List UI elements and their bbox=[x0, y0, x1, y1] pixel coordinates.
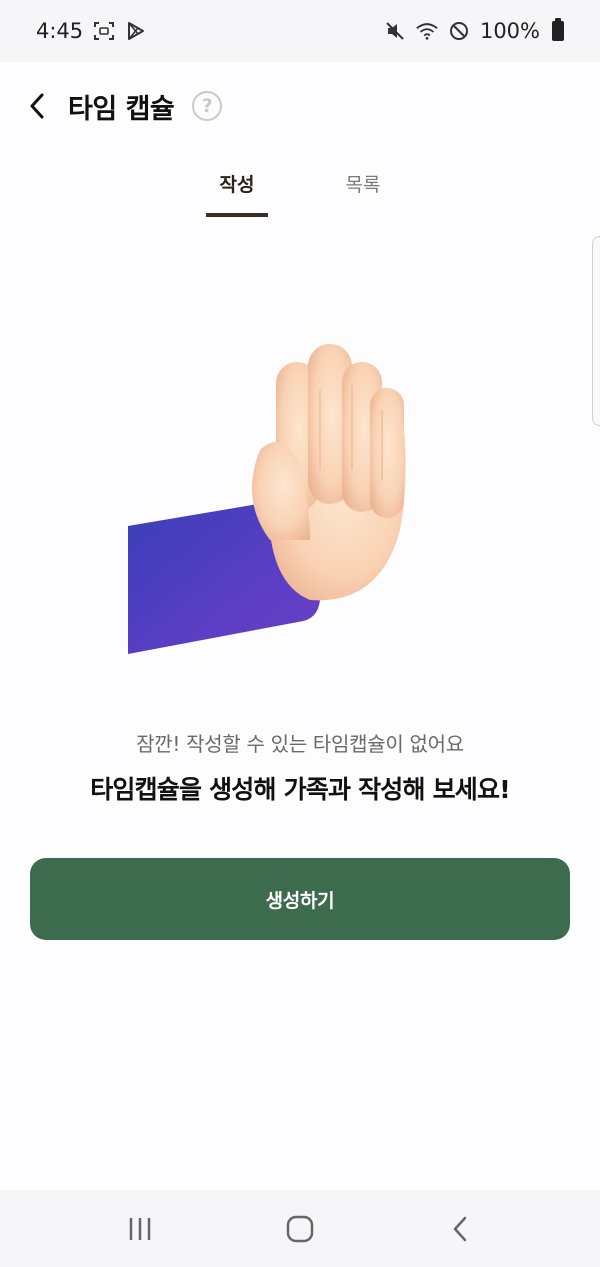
edge-panel-handle[interactable] bbox=[592, 236, 600, 426]
empty-state-cta: 타임캡슐을 생성해 가족과 작성해 보세요! bbox=[90, 775, 510, 804]
status-bar: 4:45 100% bbox=[0, 0, 600, 62]
page-title: 타임 캡슐 bbox=[68, 93, 175, 125]
home-icon bbox=[286, 1215, 314, 1242]
back-button[interactable] bbox=[22, 91, 52, 121]
tab-list[interactable]: 목록 bbox=[332, 170, 394, 218]
do-not-disturb-icon bbox=[448, 20, 470, 42]
home-button[interactable] bbox=[270, 1204, 330, 1254]
recent-apps-button[interactable] bbox=[110, 1204, 170, 1254]
tab-write[interactable]: 작성 bbox=[206, 170, 268, 218]
system-nav-bar bbox=[0, 1190, 600, 1267]
back-icon bbox=[453, 1216, 467, 1241]
create-button[interactable]: 생성하기 bbox=[30, 858, 570, 940]
play-store-icon bbox=[125, 20, 147, 42]
raised-hand-icon bbox=[120, 330, 420, 670]
back-arrow-icon bbox=[30, 93, 44, 119]
screenshot-icon bbox=[93, 20, 115, 42]
empty-state-message: 잠깐! 작성할 수 있는 타임캡슐이 없어요 bbox=[136, 732, 464, 756]
battery-icon bbox=[552, 18, 564, 41]
battery-text: 100% bbox=[479, 19, 540, 43]
mute-icon bbox=[384, 20, 406, 42]
nav-back-button[interactable] bbox=[430, 1204, 490, 1254]
status-right: 100% bbox=[384, 18, 564, 43]
app-bar: 타임 캡슐 ? bbox=[0, 62, 600, 150]
help-icon[interactable]: ? bbox=[192, 91, 223, 121]
tab-bar: 작성 목록 bbox=[0, 170, 600, 218]
status-time: 4:45 bbox=[36, 19, 84, 43]
status-left: 4:45 bbox=[36, 19, 147, 43]
recent-apps-icon bbox=[129, 1217, 151, 1240]
wifi-icon bbox=[416, 20, 438, 42]
